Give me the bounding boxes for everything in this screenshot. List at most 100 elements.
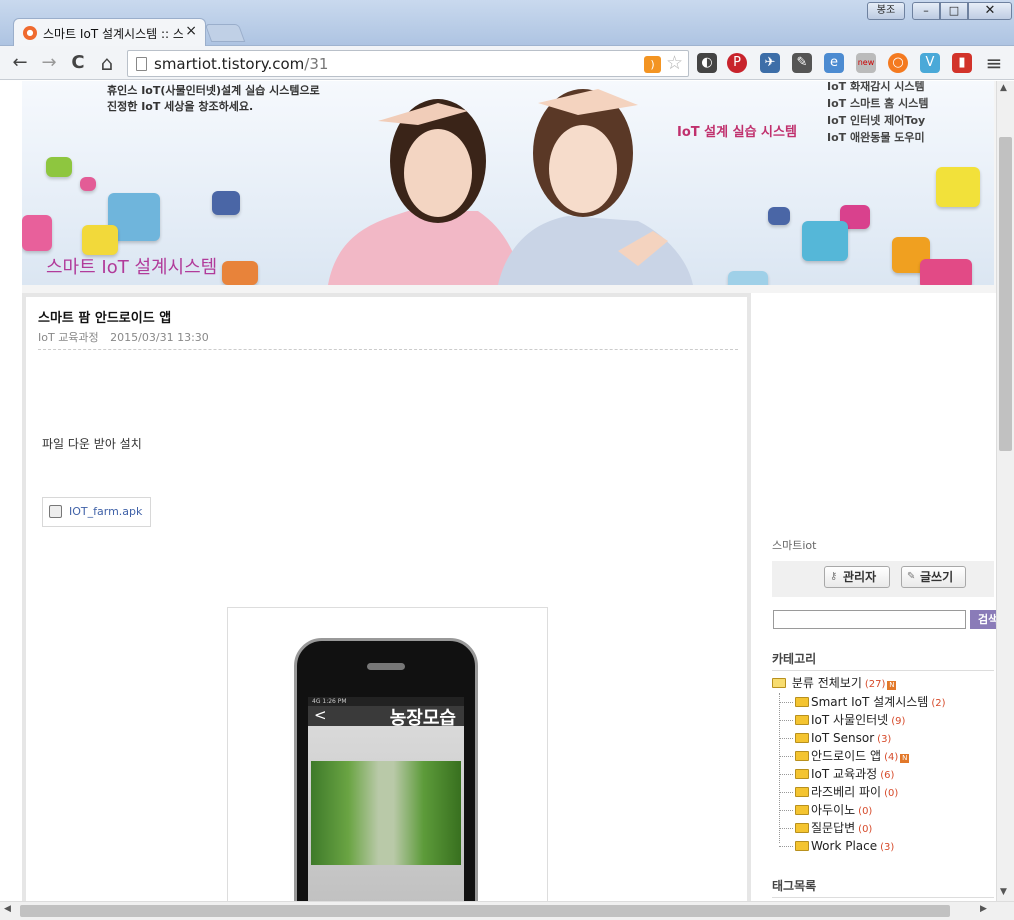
extension-book-icon[interactable]: ▮ bbox=[952, 53, 972, 73]
vertical-scrollbar[interactable]: ▲ ▼ bbox=[996, 81, 1014, 901]
address-bar[interactable]: smartiot.tistory.com/31 ) ☆ bbox=[127, 50, 689, 77]
folder-icon bbox=[795, 823, 809, 833]
home-icon[interactable]: ⌂ bbox=[95, 51, 119, 75]
back-arrow-icon[interactable]: ← bbox=[8, 51, 32, 75]
banner-menu-item-fire[interactable]: IoT 화재감시 시스템 bbox=[827, 81, 928, 95]
page-viewport: 휴인스 IoT(사물인터넷)설계 실습 시스템으로 진정한 IoT 세상을 창조… bbox=[0, 81, 996, 901]
banner-models-image bbox=[328, 89, 693, 285]
category-count: (4) bbox=[884, 752, 899, 763]
maximize-button[interactable]: □ bbox=[940, 2, 968, 20]
smartphone-image: 4G 1:26 PM < 농장모습 bbox=[294, 638, 478, 901]
app-tile-icon bbox=[802, 221, 848, 261]
extension-new-icon[interactable]: new bbox=[856, 53, 876, 73]
app-tile-icon bbox=[22, 215, 52, 251]
sidebar-search-input[interactable] bbox=[773, 610, 966, 629]
post-body-text: 파일 다운 받아 설치 bbox=[42, 437, 142, 451]
extension-evernote-icon[interactable]: ◐ bbox=[697, 53, 717, 73]
vertical-scroll-thumb[interactable] bbox=[999, 137, 1012, 451]
admin-button[interactable]: ⚷ 관리자 bbox=[824, 566, 890, 588]
scroll-down-arrow-icon[interactable]: ▼ bbox=[1000, 887, 1007, 897]
category-count: (6) bbox=[880, 770, 895, 781]
write-button[interactable]: ✎ 글쓰기 bbox=[901, 566, 966, 588]
category-root-count: (27) bbox=[864, 679, 886, 690]
banner-intro: 휴인스 IoT(사물인터넷)설계 실습 시스템으로 진정한 IoT 세상을 창조… bbox=[107, 83, 320, 115]
category-item[interactable]: IoT Sensor (3) bbox=[779, 729, 946, 747]
sidebar-search-button[interactable]: 검색 bbox=[970, 610, 996, 629]
attachment-filename: IOT_farm.apk bbox=[69, 505, 143, 518]
category-count: (2) bbox=[931, 698, 946, 709]
category-root-label: 분류 전체보기 bbox=[791, 676, 862, 690]
horizontal-scroll-thumb[interactable] bbox=[20, 905, 950, 917]
app-tile-icon bbox=[82, 225, 118, 255]
scroll-left-arrow-icon[interactable]: ◀ bbox=[4, 904, 11, 914]
horizontal-scrollbar[interactable]: ◀ ▶ bbox=[0, 901, 1014, 920]
tistory-favicon-icon: ● bbox=[23, 26, 37, 40]
sidebar: 스마트iot ⚷ 관리자 ✎ 글쓰기 검색 카테고리 분류 전체보기 (27) N … bbox=[751, 293, 996, 901]
new-badge: N bbox=[900, 754, 910, 763]
reload-icon[interactable]: C bbox=[66, 51, 90, 75]
extension-pen-icon[interactable]: ✎ bbox=[792, 53, 812, 73]
category-item[interactable]: 아두이노 (0) bbox=[779, 801, 946, 819]
extension-v-icon[interactable]: V bbox=[920, 53, 940, 73]
banner-menu-item-home[interactable]: IoT 스마트 홈 시스템 bbox=[827, 95, 928, 112]
app-tile-icon bbox=[80, 177, 96, 191]
banner-menu-item-pet[interactable]: IoT 애완동물 도우미 bbox=[827, 129, 928, 146]
folder-icon bbox=[795, 805, 809, 815]
post-category-link[interactable]: IoT 교육과정 bbox=[38, 331, 99, 344]
new-tab-button[interactable] bbox=[204, 24, 246, 42]
category-label: IoT 사물인터넷 bbox=[811, 713, 889, 727]
blog-logo[interactable]: 스마트 IoT 설계시스템 bbox=[46, 253, 217, 279]
category-root[interactable]: 분류 전체보기 (27) N bbox=[772, 674, 897, 691]
minimize-button[interactable]: – bbox=[912, 2, 940, 20]
phone-screenshot-figure: 4G 1:26 PM < 농장모습 bbox=[227, 607, 548, 901]
category-label: 아두이노 bbox=[811, 803, 856, 817]
extension-orange-ring-icon[interactable]: ○ bbox=[888, 53, 908, 73]
browser-titlebar: ● 스마트 IoT 설계시스템 :: 스마트 팜 안드로이드 앱 × 봉조 – … bbox=[0, 0, 1014, 46]
tab-close-icon[interactable]: × bbox=[185, 23, 197, 39]
browser-menu-icon[interactable]: ≡ bbox=[982, 51, 1006, 75]
app-tile-icon bbox=[936, 167, 980, 207]
category-item[interactable]: IoT 사물인터넷 (9) bbox=[779, 711, 946, 729]
extension-pinterest-icon[interactable]: P bbox=[727, 53, 747, 73]
category-item[interactable]: Work Place (3) bbox=[779, 837, 946, 855]
extension-bird-icon[interactable]: ✈ bbox=[760, 53, 780, 73]
post-divider bbox=[38, 349, 738, 350]
banner-menu-item-toy[interactable]: IoT 인터넷 제어Toy bbox=[827, 112, 928, 129]
ime-language-button[interactable]: 봉조 bbox=[867, 2, 905, 20]
app-tile-icon bbox=[212, 191, 240, 215]
category-item[interactable]: Smart IoT 설계시스템 (2) bbox=[779, 693, 946, 711]
bookmark-star-icon[interactable]: ☆ bbox=[666, 52, 683, 74]
category-label: Smart IoT 설계시스템 bbox=[811, 695, 929, 709]
category-item[interactable]: 안드로이드 앱 (4) N bbox=[779, 747, 946, 765]
left-gutter bbox=[0, 81, 22, 901]
post-title[interactable]: 스마트 팜 안드로이드 앱 bbox=[38, 307, 171, 326]
category-label: IoT Sensor bbox=[811, 731, 875, 745]
tab-active[interactable]: ● 스마트 IoT 설계시스템 :: 스마트 팜 안드로이드 앱 × bbox=[13, 18, 206, 46]
category-count: (0) bbox=[858, 806, 873, 817]
post-date: 2015/03/31 13:30 bbox=[110, 331, 209, 344]
attachment-link[interactable]: IOT_farm.apk bbox=[42, 497, 152, 527]
scroll-up-arrow-icon[interactable]: ▲ bbox=[1000, 83, 1007, 93]
admin-button-label: 관리자 bbox=[843, 570, 877, 584]
scroll-right-arrow-icon[interactable]: ▶ bbox=[980, 904, 987, 914]
new-badge: N bbox=[887, 681, 897, 690]
close-window-button[interactable]: ✕ bbox=[968, 2, 1012, 20]
category-item[interactable]: IoT 교육과정 (6) bbox=[779, 765, 946, 783]
page-icon bbox=[136, 57, 147, 71]
post-meta: IoT 교육과정 2015/03/31 13:30 bbox=[38, 329, 209, 345]
folder-icon bbox=[795, 769, 809, 779]
category-item[interactable]: 라즈베리 파이 (0) bbox=[779, 783, 946, 801]
category-count: (9) bbox=[891, 716, 906, 727]
category-item[interactable]: 질문답변 (0) bbox=[779, 819, 946, 837]
url-path: /31 bbox=[304, 55, 329, 73]
extension-ie-icon[interactable]: e bbox=[824, 53, 844, 73]
category-count: (3) bbox=[877, 734, 892, 745]
category-heading: 카테고리 bbox=[772, 650, 994, 671]
category-label: IoT 교육과정 bbox=[811, 767, 878, 781]
forward-arrow-icon[interactable]: → bbox=[37, 51, 61, 75]
rss-icon[interactable]: ) bbox=[644, 56, 661, 73]
key-icon: ⚷ bbox=[830, 571, 838, 582]
app-tile-icon bbox=[222, 261, 258, 285]
app-tile-icon bbox=[728, 271, 768, 285]
open-folder-icon bbox=[772, 678, 786, 688]
